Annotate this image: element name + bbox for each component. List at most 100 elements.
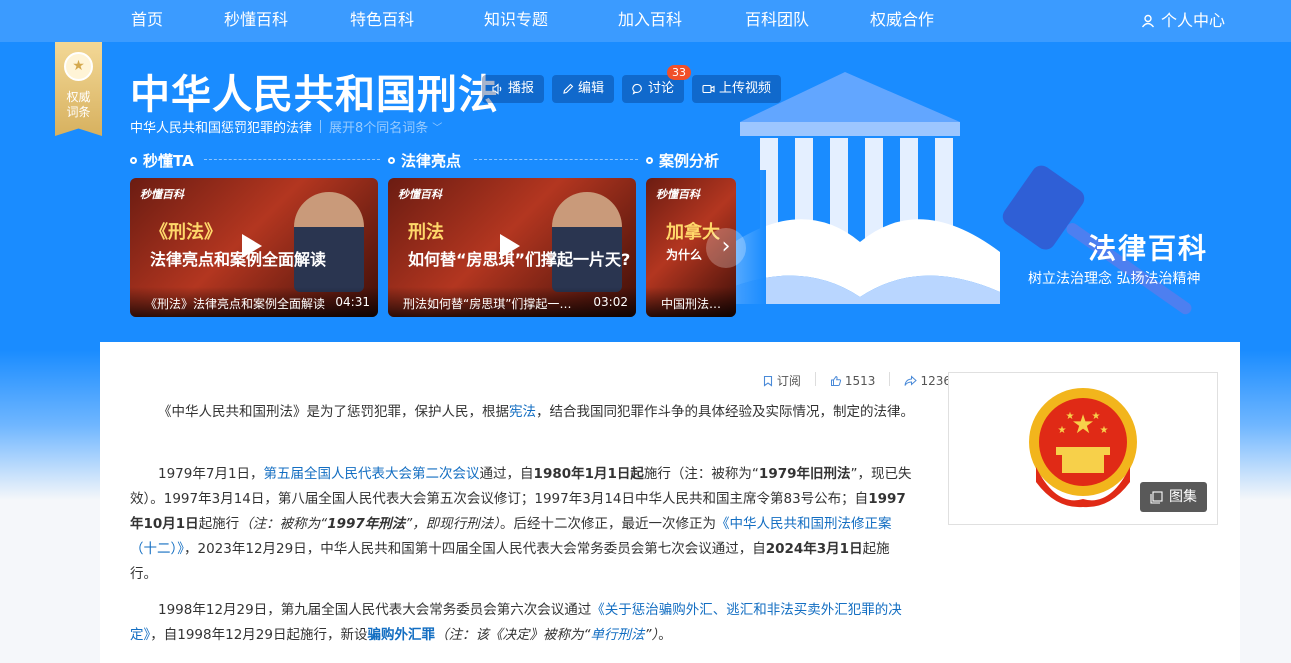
share-button[interactable]: 1236: [904, 372, 951, 389]
video-logo: 秒懂百科: [140, 188, 184, 201]
user-center-label: 个人中心: [1160, 11, 1225, 30]
badge-line2: 词条: [66, 105, 91, 119]
nav-cooperation[interactable]: 权威合作: [870, 0, 934, 42]
video-caption: 《刑法》法律亮点和案例全面解读: [145, 297, 325, 311]
section-dot-icon: [388, 157, 395, 164]
play-icon[interactable]: [242, 234, 262, 258]
page-title: 中华人民共和国刑法: [130, 72, 499, 118]
text-span: 《中华人民共和国刑法》是为了惩罚犯罪，保护人民，根据: [158, 404, 509, 420]
paragraph-intro: 《中华人民共和国刑法》是为了惩罚犯罪，保护人民，根据宪法，结合我国同犯罪作斗争的…: [130, 400, 916, 425]
expand-homonyms-link[interactable]: 展开8个同名词条: [329, 117, 428, 136]
section-highlights[interactable]: 法律亮点: [388, 150, 461, 171]
nav-miaodong[interactable]: 秒懂百科: [224, 0, 288, 42]
text-span: 1998年12月29日，第九届全国人民代表大会常务委员会第六次会议通过: [158, 602, 592, 618]
play-icon[interactable]: [500, 234, 520, 258]
bookmark-icon: [763, 375, 772, 387]
link-fifth-npc-session[interactable]: 第五届全国人民代表大会第二次会议: [264, 466, 480, 482]
video-title-line1: 刑法: [408, 222, 444, 243]
banner-title: 法律百科: [1088, 232, 1209, 265]
video-caption: 刑法如何替“房思琪”们撑起一片天?: [403, 297, 583, 311]
nav-team[interactable]: 百科团队: [745, 0, 809, 42]
bold-italic-span: 1997年刑法: [327, 516, 406, 532]
section-divider: [474, 159, 638, 160]
authority-badge: 权威词条: [55, 42, 102, 136]
like-button[interactable]: 1513: [830, 372, 876, 389]
video-duration: 03:02: [593, 295, 628, 309]
video-title-line2: 为什么: [666, 248, 703, 262]
video-duration: 04:31: [335, 295, 370, 309]
section-dot-icon: [646, 157, 653, 164]
nav-join[interactable]: 加入百科: [618, 0, 682, 42]
like-count: 1513: [844, 373, 876, 388]
nav-home[interactable]: 首页: [131, 0, 163, 42]
bold-span: 1980年1月1日起: [533, 466, 644, 482]
section-divider: [204, 159, 380, 160]
svg-text:★: ★: [1100, 425, 1109, 436]
bold-span: 2024年3月1日: [765, 541, 863, 557]
broadcast-button[interactable]: 播报: [482, 75, 545, 103]
section-label: 秒懂TA: [143, 152, 194, 170]
entry-stats: 订阅 1513 1236: [762, 372, 951, 389]
discuss-count-badge: 33: [667, 65, 692, 80]
video-caption-bar: 《刑法》法律亮点和案例全面解读 04:31: [130, 287, 378, 317]
paragraph-history: 1979年7月1日，第五届全国人民代表大会第二次会议通过，自1980年1月1日起…: [130, 462, 916, 587]
italic-span: （注：被称为“: [239, 516, 328, 532]
italic-span: （注：该《决定》被称为“: [434, 627, 591, 643]
subtitle-divider: [320, 120, 322, 133]
svg-text:★: ★: [1092, 411, 1101, 422]
svg-text:★: ★: [1066, 411, 1075, 422]
stats-divider: [814, 372, 816, 386]
italic-span: ”）: [644, 627, 659, 643]
video-card[interactable]: 秒懂百科 刑法 如何替“房思琪”们撑起一片天? 刑法如何替“房思琪”们撑起一片天…: [388, 178, 636, 317]
video-camera-icon: [702, 84, 715, 94]
text-span: ，2023年12月29日，中华人民共和国第十四届全国人民代表大会常务委员会第七次…: [184, 541, 766, 557]
law-illustration: [720, 72, 1192, 315]
video-title-line2: 法律亮点和案例全面解读: [150, 250, 327, 269]
link-single-criminal-law[interactable]: 单行刑法: [590, 627, 644, 643]
share-count: 1236: [920, 373, 951, 388]
subscribe-button[interactable]: 订阅: [762, 372, 801, 389]
video-logo: 秒懂百科: [398, 188, 442, 201]
section-dot-icon: [130, 157, 137, 164]
video-presenter: [552, 192, 622, 292]
text-span: 施行（注：被称为“: [643, 466, 759, 482]
video-caption: 中国刑法为什么: [661, 297, 728, 311]
gallery-button[interactable]: 图集: [1140, 482, 1207, 512]
badge-line1: 权威: [66, 90, 91, 104]
video-logo: 秒懂百科: [656, 188, 700, 201]
link-constitution[interactable]: 宪法: [509, 404, 536, 420]
entry-subtitle: 中华人民共和国惩罚犯罪的法律 展开8个同名词条 ﹀: [130, 117, 442, 136]
gallery-icon: [1150, 490, 1163, 504]
italic-span: ”，即现行刑法）: [405, 516, 501, 532]
section-label: 法律亮点: [401, 152, 462, 170]
text-span: 通过，自: [479, 466, 534, 482]
carousel-next-button[interactable]: ›: [706, 228, 746, 268]
section-cases[interactable]: 案例分析: [646, 150, 719, 171]
video-card[interactable]: 秒懂百科 《刑法》 法律亮点和案例全面解读 《刑法》法律亮点和案例全面解读 04:…: [130, 178, 378, 317]
svg-text:★: ★: [1058, 425, 1067, 436]
text-span: 起施行: [198, 516, 240, 532]
video-caption-bar: 刑法如何替“房思琪”们撑起一片天? 03:02: [388, 287, 636, 317]
edit-button[interactable]: 编辑: [552, 75, 615, 103]
badge-star-icon: [64, 52, 93, 81]
paragraph-single-criminal-law: 1998年12月29日，第九届全国人民代表大会常务委员会第六次会议通过《关于惩治…: [130, 598, 916, 648]
bold-span: 1979年旧刑法: [758, 466, 851, 482]
nav-featured[interactable]: 特色百科: [350, 0, 414, 42]
text-span: 。后经十二次修正，最近一次修正为: [500, 516, 717, 532]
banner-slogan: 树立法治理念 弘扬法治精神: [1028, 271, 1201, 287]
nav-topics[interactable]: 知识专题: [484, 0, 548, 42]
speaker-icon: [492, 83, 502, 95]
subtitle-text: 中华人民共和国惩罚犯罪的法律: [130, 121, 313, 136]
link-foreign-exchange-fraud[interactable]: 骗购外汇罪: [367, 627, 435, 643]
section-miaodong[interactable]: 秒懂TA: [130, 150, 194, 171]
user-center-link[interactable]: 个人中心: [1141, 0, 1225, 42]
thumbs-up-icon: [830, 375, 841, 386]
stats-divider: [889, 372, 891, 386]
national-emblem-image: ★ ★ ★ ★ ★: [1029, 388, 1137, 508]
text-span: ，结合我国同犯罪作斗争的具体经验及实际情况，制定的法律。: [536, 404, 914, 420]
summary-image[interactable]: ★ ★ ★ ★ ★ 图集: [948, 372, 1218, 525]
chat-bubble-icon: [632, 83, 642, 95]
upload-video-button[interactable]: 上传视频: [692, 75, 782, 103]
discuss-button[interactable]: 讨论 33: [622, 65, 692, 103]
broadcast-label: 播报: [508, 81, 535, 96]
